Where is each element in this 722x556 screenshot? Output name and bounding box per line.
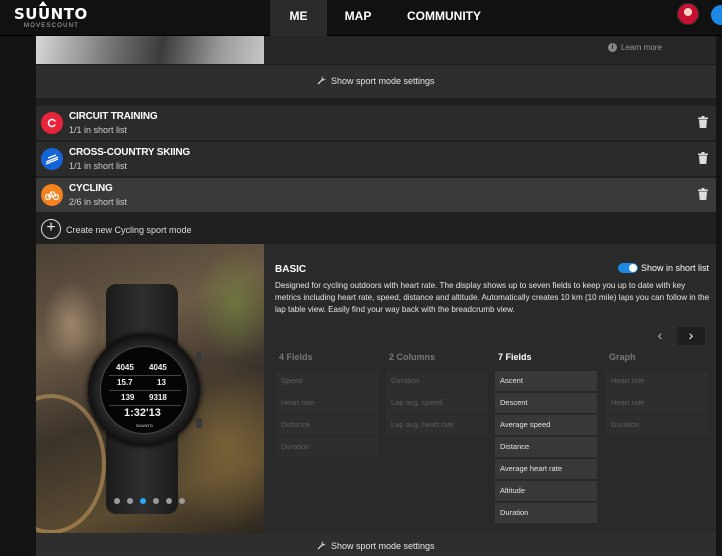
display-field: Duration [386,371,488,391]
sport-shortlist-count: 1/1 in short list [69,125,128,135]
display-field: Heart rate [606,393,708,413]
top-navigation-bar: SUUNTO MOVESCOUNT ME MAP COMMUNITY [0,0,722,36]
toggle-knob [629,264,637,272]
create-sport-mode-row[interactable]: + Create new Cycling sport mode [36,214,716,244]
brand-sub: MOVESCOUNT [24,23,80,29]
display-field: Average speed [495,415,597,435]
left-gutter [0,36,36,556]
carousel-dot[interactable] [179,498,185,504]
main-nav: ME MAP COMMUNITY [270,0,499,36]
show-settings-bar-top[interactable]: Show sport mode settings [36,65,716,98]
watch-value: 13 [157,378,166,387]
display-title: Graph [609,352,636,362]
display-title: 7 Fields [498,352,532,362]
watch-value: 15.7 [117,378,133,387]
cycling-icon [41,184,63,206]
display-field: Ascent [495,371,597,391]
learn-more-label: Learn more [621,43,662,52]
watch-button [196,418,202,428]
plus-icon[interactable]: + [41,219,61,239]
previous-sport-panel: i Learn more [36,36,716,64]
display-field: Lap avg. heart rate [386,415,488,435]
create-sport-mode-label: Create new Cycling sport mode [66,225,192,235]
nav-community[interactable]: COMMUNITY [389,0,499,36]
wrench-icon [317,541,327,550]
trash-icon[interactable] [698,116,708,128]
display-field: Distance [276,415,378,435]
display-field: Average heart rate [495,459,597,479]
sport-shortlist-count: 2/6 in short list [69,197,128,207]
show-in-short-list-toggle[interactable] [618,263,638,273]
sport-photo [36,36,264,64]
watch-duration: 1:32'13 [124,407,161,419]
display-field: Distance [495,437,597,457]
display-column-4-fields[interactable]: 4 Fields Speed Heart rate Distance Durat… [276,351,378,459]
carousel-dot[interactable] [114,498,120,504]
watch-button [196,352,202,362]
trash-icon[interactable] [698,152,708,164]
nav-me[interactable]: ME [270,0,327,36]
show-settings-bar-bottom[interactable]: Show sport mode settings [36,533,716,556]
sport-name: CIRCUIT TRAINING [69,111,158,122]
circuit-training-icon [41,112,63,134]
notifications-icon[interactable] [711,5,722,25]
sport-mode-title: BASIC [275,264,307,275]
sport-row-circuit-training[interactable]: CIRCUIT TRAINING 1/1 in short list [36,106,716,140]
show-in-short-list-label: Show in short list [641,263,710,273]
wrench-icon [317,76,327,85]
sport-mode-description: Designed for cycling outdoors with heart… [275,281,710,314]
display-column-2-columns[interactable]: 2 Columns Duration Lap avg. speed Lap av… [386,351,488,437]
display-field: Altitude [495,481,597,501]
show-settings-label: Show sport mode settings [330,76,435,86]
sport-name: CROSS-COUNTRY SKIING [69,147,191,158]
user-avatar[interactable] [677,3,699,25]
watch-display: 4045 4045 15.7 13 139 9318 1:32'13 SUUNT… [100,346,188,434]
nav-map[interactable]: MAP [327,0,389,36]
display-column-graph[interactable]: Graph Heart rate Heart rate Duration [606,351,708,437]
trash-icon[interactable] [698,188,708,200]
display-field: Speed [276,371,378,391]
next-mode-button[interactable]: › [677,327,705,345]
learn-more-link[interactable]: i Learn more [608,43,662,52]
sport-mode-detail: 4045 4045 15.7 13 139 9318 1:32'13 SUUNT… [36,244,716,533]
sport-row-cross-country-skiing[interactable]: CROSS-COUNTRY SKIING 1/1 in short list [36,142,716,176]
carousel-dot-active[interactable] [140,498,146,504]
info-icon: i [608,43,617,52]
sport-row-cycling[interactable]: CYCLING 2/6 in short list [36,178,716,212]
watch-brand: SUUNTO [136,423,153,428]
previous-mode-button[interactable]: ‹ [646,327,674,345]
display-field: Lap avg. speed [386,393,488,413]
cross-country-skiing-icon [41,148,63,170]
carousel-dots [114,498,185,504]
carousel-dot[interactable] [127,498,133,504]
carousel-dot[interactable] [166,498,172,504]
display-column-7-fields[interactable]: 7 Fields Ascent Descent Average speed Di… [495,351,597,525]
sport-name: CYCLING [69,183,113,194]
brand-name: SUUNTO [14,5,88,23]
sport-shortlist-count: 1/1 in short list [69,161,128,171]
display-field: Duration [276,437,378,457]
cycling-watch-photo: 4045 4045 15.7 13 139 9318 1:32'13 SUUNT… [36,244,264,533]
logo-mark-icon [39,1,47,6]
display-field: Heart rate [606,371,708,391]
display-title: 4 Fields [279,352,313,362]
display-field: Heart rate [276,393,378,413]
right-gutter [716,36,722,556]
carousel-dot[interactable] [153,498,159,504]
watch-value: 4045 [149,363,167,372]
display-title: 2 Columns [389,352,436,362]
watch-value: 4045 [116,363,134,372]
sport-modes-content: i Learn more Show sport mode settings CI… [36,36,716,556]
display-field: Duration [495,503,597,523]
display-field: Duration [606,415,708,435]
display-field: Descent [495,393,597,413]
show-settings-label: Show sport mode settings [330,541,435,551]
watch-value: 9318 [149,393,167,402]
suunto-logo[interactable]: SUUNTO MOVESCOUNT [14,1,88,30]
watch-value: 139 [121,393,135,402]
